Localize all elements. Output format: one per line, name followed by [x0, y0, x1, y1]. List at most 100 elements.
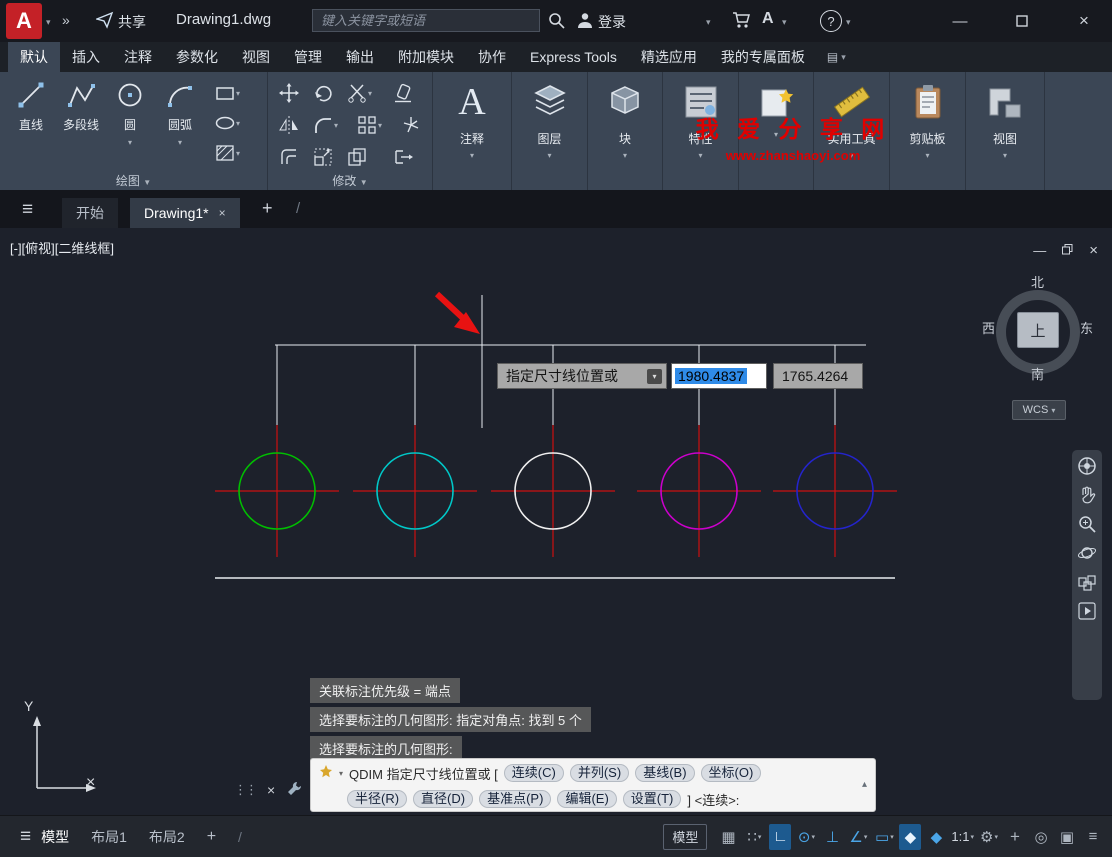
- ribbon-tab-custom-panel[interactable]: 我的专属面板: [709, 42, 817, 72]
- array-button[interactable]: ▾: [356, 114, 382, 136]
- layout-tab-model[interactable]: 模型: [41, 827, 69, 847]
- annotation-button[interactable]: A 注释 ▾: [433, 78, 511, 160]
- command-option-diameter[interactable]: 直径(D): [413, 790, 473, 808]
- search-input[interactable]: [312, 9, 540, 32]
- chevron-down-icon[interactable]: ▾: [236, 89, 240, 98]
- command-option-staggered[interactable]: 并列(S): [570, 764, 629, 782]
- layout-tab-layout2[interactable]: 布局2: [149, 827, 185, 847]
- erase-button[interactable]: [392, 82, 414, 107]
- layers-button[interactable]: 图层 ▾: [512, 78, 587, 160]
- command-option-baseline[interactable]: 基线(B): [635, 764, 694, 782]
- ribbon-tab-output[interactable]: 输出: [334, 42, 386, 72]
- viewcube-south[interactable]: 南: [1031, 364, 1044, 383]
- navbar-more-icon[interactable]: [1077, 601, 1097, 621]
- scale-button[interactable]: [312, 146, 334, 171]
- chevron-down-icon[interactable]: ▾: [588, 151, 662, 160]
- clean-screen-button[interactable]: ▣: [1056, 824, 1078, 850]
- object-snap-toggle[interactable]: ∠▾: [847, 824, 869, 850]
- command-option-ordinate[interactable]: 坐标(O): [701, 764, 762, 782]
- model-space-button[interactable]: 模型: [663, 824, 707, 850]
- dynamic-input-value-y[interactable]: 1765.4264: [773, 363, 863, 389]
- ribbon-tab-express-tools[interactable]: Express Tools: [518, 42, 629, 72]
- view-button[interactable]: 视图 ▾: [966, 78, 1044, 160]
- fillet-button[interactable]: ▾: [312, 114, 338, 136]
- new-layout-button[interactable]: +: [207, 828, 216, 846]
- orbit-icon[interactable]: [1077, 543, 1097, 563]
- command-option-radius[interactable]: 半径(R): [347, 790, 407, 808]
- wcs-badge[interactable]: WCS▾: [1012, 400, 1066, 420]
- command-history-expand-icon[interactable]: ▴: [862, 779, 867, 790]
- isolate-objects-button[interactable]: ◎: [1030, 824, 1052, 850]
- customize-wrench-icon[interactable]: [286, 780, 303, 800]
- chevron-down-icon[interactable]: ▾: [236, 119, 240, 128]
- command-close-icon[interactable]: ×: [267, 782, 275, 798]
- annotation-monitor-button[interactable]: +: [1004, 824, 1026, 850]
- object-snap-tracking-toggle[interactable]: ⊥: [821, 824, 843, 850]
- viewcube-east[interactable]: 东: [1080, 318, 1093, 337]
- pan-hand-icon[interactable]: [1077, 485, 1097, 505]
- chevron-down-icon[interactable]: ▾: [236, 149, 240, 158]
- autodesk-chevron-icon[interactable]: ▾: [782, 17, 787, 28]
- share-button[interactable]: 共享: [118, 12, 146, 32]
- annotation-visibility-toggle[interactable]: ◆: [899, 824, 921, 850]
- circle-button[interactable]: 圆 ▾: [110, 80, 150, 148]
- ribbon-tab-featured-apps[interactable]: 精选应用: [629, 42, 709, 72]
- chevron-down-icon[interactable]: ▾: [128, 138, 132, 147]
- group-button[interactable]: ▾: [739, 78, 813, 139]
- command-option-edit[interactable]: 编辑(E): [557, 790, 616, 808]
- viewport-close-icon[interactable]: ×: [1089, 242, 1098, 259]
- lineweight-toggle[interactable]: ▭▾: [873, 824, 895, 850]
- viewcube-north[interactable]: 北: [1031, 272, 1044, 291]
- chevron-down-icon[interactable]: ▾: [339, 769, 343, 778]
- file-tab-start[interactable]: 开始: [62, 198, 118, 228]
- arc-button[interactable]: 圆弧 ▾: [158, 80, 202, 148]
- chevron-down-icon[interactable]: ▾: [890, 151, 965, 160]
- app-menu-chevron-icon[interactable]: ▾: [46, 17, 51, 28]
- polar-tracking-toggle[interactable]: ⊙▾: [795, 824, 817, 850]
- block-button[interactable]: 块 ▾: [588, 78, 662, 160]
- navigation-wheel-icon[interactable]: [1077, 456, 1097, 476]
- customization-button[interactable]: ≡: [1082, 824, 1104, 850]
- annotation-scale-button[interactable]: 1:1▾: [951, 824, 974, 850]
- mirror-button[interactable]: [278, 114, 300, 139]
- properties-button[interactable]: 特性 ▾: [663, 78, 738, 160]
- chevron-down-icon[interactable]: ▾: [512, 151, 587, 160]
- viewcube-west[interactable]: 西: [982, 318, 995, 337]
- showmotion-icon[interactable]: [1077, 572, 1097, 592]
- viewport-minimize-icon[interactable]: —: [1033, 243, 1046, 258]
- ribbon-tab-view[interactable]: 视图: [230, 42, 282, 72]
- explode-button[interactable]: [400, 114, 422, 139]
- copy-button[interactable]: [346, 146, 368, 171]
- maximize-button[interactable]: [1000, 0, 1044, 42]
- login-chevron-icon[interactable]: ▾: [706, 17, 711, 28]
- login-button[interactable]: 登录: [598, 12, 626, 32]
- chevron-down-icon[interactable]: ▾: [334, 121, 338, 130]
- command-line[interactable]: ▾ QDIM 指定尺寸线位置或 [ 连续(C) 并列(S) 基线(B) 坐标(O…: [310, 758, 876, 812]
- draw-panel-title[interactable]: 绘图 ▼: [0, 172, 267, 189]
- drawing-canvas[interactable]: [-][俯视][二维线框] — × 北 西 东 南 上 WCS▾ 指定尺寸线: [0, 228, 1112, 815]
- command-option-settings[interactable]: 设置(T): [623, 790, 682, 808]
- command-option-continuous[interactable]: 连续(C): [504, 764, 564, 782]
- ortho-mode-toggle[interactable]: ∟: [769, 824, 791, 850]
- file-tab-menu-icon[interactable]: ≡: [22, 199, 33, 221]
- hatch-button[interactable]: ▾: [214, 142, 240, 164]
- ribbon-tab-addins[interactable]: 附加模块: [386, 42, 466, 72]
- app-store-cart-icon[interactable]: [732, 11, 751, 29]
- ribbon-tab-insert[interactable]: 插入: [60, 42, 112, 72]
- layout-tab-layout1[interactable]: 布局1: [91, 827, 127, 847]
- viewcube-top-face[interactable]: 上: [1017, 312, 1059, 348]
- chevron-down-icon[interactable]: ▾: [739, 130, 813, 139]
- command-suggest-icon[interactable]: [319, 765, 333, 782]
- rectangle-button[interactable]: ▾: [214, 82, 240, 104]
- command-option-datum[interactable]: 基准点(P): [479, 790, 551, 808]
- rotate-button[interactable]: [312, 82, 334, 107]
- help-chevron-icon[interactable]: ▾: [846, 17, 851, 28]
- offset-button[interactable]: [278, 146, 300, 171]
- utilities-button[interactable]: 实用工具 ▾: [814, 78, 889, 160]
- viewport-restore-icon[interactable]: [1062, 243, 1073, 258]
- ribbon-display-toggle[interactable]: ▤▾: [827, 42, 846, 72]
- chevron-down-icon[interactable]: ▾: [368, 89, 372, 98]
- autoscale-toggle[interactable]: ◆: [925, 824, 947, 850]
- ellipse-button[interactable]: ▾: [214, 112, 240, 134]
- status-menu-icon[interactable]: ≡: [20, 826, 31, 848]
